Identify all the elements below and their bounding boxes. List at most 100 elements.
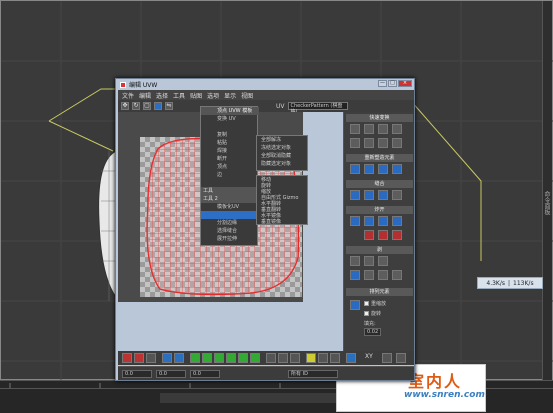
pack-custom-icon[interactable] bbox=[350, 300, 360, 310]
flip-icon[interactable] bbox=[364, 138, 374, 148]
edge-select-icon[interactable] bbox=[134, 353, 144, 363]
ctx-stitch[interactable]: 选择缝合 bbox=[201, 227, 259, 235]
rotate-cw-icon[interactable] bbox=[378, 124, 388, 134]
pack-icon[interactable] bbox=[392, 164, 402, 174]
menu-select[interactable]: 选择 bbox=[156, 91, 168, 100]
vertex-select-icon[interactable] bbox=[122, 353, 132, 363]
submenu2-mirror-v[interactable]: 垂直镜像 bbox=[257, 218, 309, 226]
seam-path-icon[interactable] bbox=[392, 270, 402, 280]
ctx-break[interactable]: 断开 bbox=[201, 155, 259, 163]
lock-icon[interactable] bbox=[396, 353, 406, 363]
weld-all-icon[interactable] bbox=[392, 216, 402, 226]
section-peel[interactable]: 剥 bbox=[346, 246, 413, 254]
shrink-select-icon[interactable] bbox=[174, 353, 184, 363]
rotate-check[interactable]: 旋转 bbox=[364, 310, 381, 317]
flatten-by-smooth-icon[interactable] bbox=[364, 230, 374, 240]
side-scrollbar[interactable]: 命令面板 bbox=[542, 1, 552, 381]
rescale-check[interactable]: 重缩放 bbox=[364, 300, 386, 307]
ctx-highlighted-item[interactable] bbox=[201, 211, 259, 219]
paint-shrink-icon[interactable] bbox=[290, 353, 300, 363]
move-icon[interactable]: ✥ bbox=[121, 102, 129, 110]
mirror-icon[interactable]: ⇋ bbox=[165, 102, 173, 110]
submenu-unfreeze-all[interactable]: 全部解冻 bbox=[257, 136, 309, 144]
section-quick-transform[interactable]: 快速变换 bbox=[346, 114, 413, 122]
paint-select-icon[interactable] bbox=[266, 353, 276, 363]
v-field[interactable]: 0.0 bbox=[156, 370, 186, 378]
align-left-icon[interactable] bbox=[350, 124, 360, 134]
align-center-icon[interactable] bbox=[364, 124, 374, 134]
padding-field[interactable]: 0.02 bbox=[364, 328, 382, 336]
freeform-icon[interactable] bbox=[154, 102, 162, 110]
flatten-icon[interactable] bbox=[378, 164, 388, 174]
xy-toggle[interactable]: XY bbox=[365, 353, 373, 360]
weld-selected-icon[interactable] bbox=[378, 216, 388, 226]
close-button[interactable]: × bbox=[398, 80, 412, 87]
menu-edit[interactable]: 编辑 bbox=[139, 91, 151, 100]
peel-mode-icon[interactable] bbox=[364, 256, 374, 266]
ctx-paste[interactable]: 粘贴 bbox=[201, 139, 259, 147]
section-reshape[interactable]: 重新塑造元素 bbox=[346, 154, 413, 162]
minimize-button[interactable]: — bbox=[378, 80, 387, 87]
menu-tools[interactable]: 工具 bbox=[173, 91, 185, 100]
ctx-template-uv[interactable]: 模板化UV bbox=[201, 203, 259, 211]
paint-grow-icon[interactable] bbox=[278, 353, 288, 363]
seam-edit-icon[interactable] bbox=[364, 270, 374, 280]
ctx-transform[interactable]: 变换 UV bbox=[201, 115, 259, 123]
title-bar[interactable]: 编辑 UVW bbox=[116, 79, 414, 90]
relax-icon[interactable] bbox=[364, 164, 374, 174]
section-arrange[interactable]: 排列元素 bbox=[346, 288, 413, 296]
loop-select-icon[interactable] bbox=[190, 353, 200, 363]
peel-reset-icon[interactable] bbox=[378, 256, 388, 266]
submenu-unhide-all[interactable]: 全部取消隐藏 bbox=[257, 152, 309, 160]
straighten-icon[interactable] bbox=[350, 164, 360, 174]
distribute-icon[interactable] bbox=[350, 138, 360, 148]
element-select-icon[interactable] bbox=[306, 353, 316, 363]
uvw-editor-window[interactable]: 编辑 UVW — □ × 文件 编辑 选择 工具 贴图 选项 显示 视图 ✥ ↻… bbox=[115, 78, 415, 381]
shrink-loop-icon[interactable] bbox=[226, 353, 236, 363]
menu-options[interactable]: 选项 bbox=[207, 91, 219, 100]
select-overlap-icon[interactable] bbox=[330, 353, 340, 363]
shrink-ring-icon[interactable] bbox=[250, 353, 260, 363]
menu-mapping[interactable]: 贴图 bbox=[190, 91, 202, 100]
seam-point-icon[interactable] bbox=[350, 270, 360, 280]
ctx-weld[interactable]: 焊接 bbox=[201, 147, 259, 155]
detach-icon[interactable] bbox=[364, 216, 374, 226]
scale-u-icon[interactable] bbox=[378, 138, 388, 148]
flatten-by-material-icon[interactable] bbox=[378, 230, 388, 240]
map-dropdown[interactable]: CheckerPattern (棋盘格) bbox=[287, 102, 348, 115]
grow-loop-icon[interactable] bbox=[214, 353, 224, 363]
snap-icon[interactable] bbox=[382, 353, 392, 363]
ctx-split-edge[interactable]: 分割边缘 bbox=[201, 219, 259, 227]
face-select-icon[interactable] bbox=[146, 353, 156, 363]
section-explode[interactable]: 炸开 bbox=[346, 206, 413, 214]
u-field[interactable]: 0.0 bbox=[122, 370, 152, 378]
section-stitch[interactable]: 缝合 bbox=[346, 180, 413, 188]
stitch-target-icon[interactable] bbox=[364, 190, 374, 200]
ring-select-icon[interactable] bbox=[202, 353, 212, 363]
flatten-by-angle-icon[interactable] bbox=[392, 230, 402, 240]
stitch-source-icon[interactable] bbox=[350, 190, 360, 200]
id-dropdown[interactable]: 所有 ID bbox=[288, 370, 338, 378]
grow-select-icon[interactable] bbox=[162, 353, 172, 363]
scale-v-icon[interactable] bbox=[392, 138, 402, 148]
menu-file[interactable]: 文件 bbox=[122, 91, 134, 100]
scale-icon[interactable]: ▢ bbox=[143, 102, 151, 110]
soft-select-icon[interactable] bbox=[346, 353, 356, 363]
menu-display[interactable]: 显示 bbox=[224, 91, 236, 100]
break-icon[interactable] bbox=[350, 216, 360, 226]
ctx-copy[interactable]: 复制 bbox=[201, 131, 259, 139]
ctx-vertex[interactable]: 顶点 bbox=[201, 163, 259, 171]
submenu-hide-selected[interactable]: 隐藏选定对象 bbox=[257, 160, 309, 168]
select-by-id-icon[interactable] bbox=[318, 353, 328, 363]
w-field[interactable]: 0.0 bbox=[190, 370, 220, 378]
ctx-edge[interactable]: 边 bbox=[201, 171, 259, 179]
rotate-ccw-icon[interactable] bbox=[392, 124, 402, 134]
stitch-custom-icon[interactable] bbox=[392, 190, 402, 200]
submenu-freeze-selected[interactable]: 冻结选定对象 bbox=[257, 144, 309, 152]
seam-loop-icon[interactable] bbox=[378, 270, 388, 280]
menu-view[interactable]: 视图 bbox=[241, 91, 253, 100]
stitch-avg-icon[interactable] bbox=[378, 190, 388, 200]
ctx-unfold[interactable]: 展开拉伸 bbox=[201, 235, 259, 243]
grow-ring-icon[interactable] bbox=[238, 353, 248, 363]
maximize-button[interactable]: □ bbox=[388, 80, 397, 87]
